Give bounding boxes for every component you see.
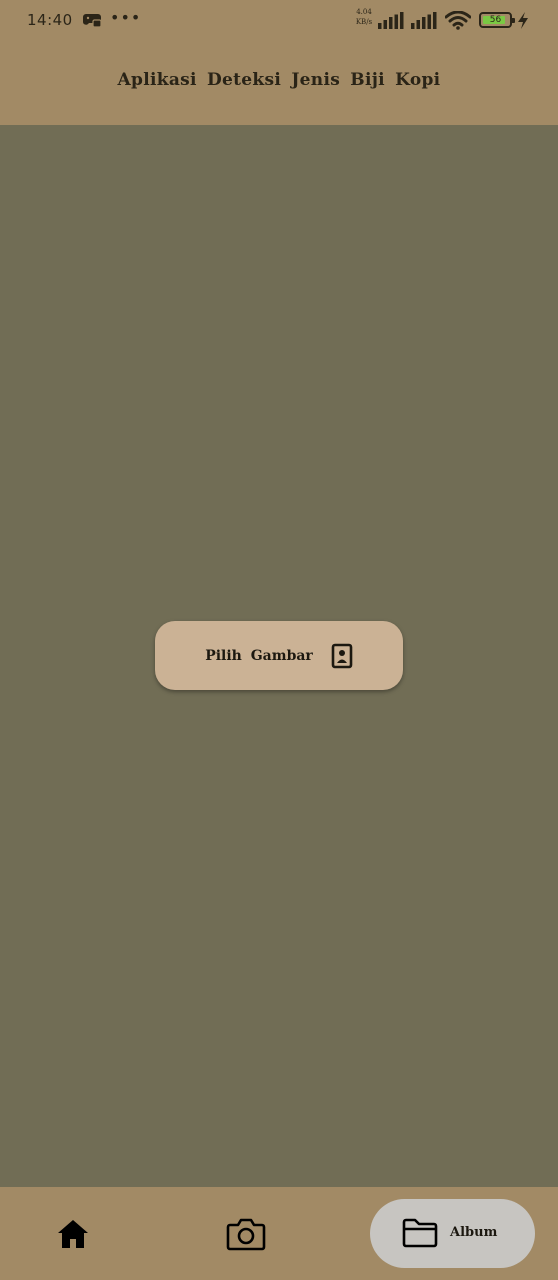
network-speed: 4.04 KB/s <box>352 7 376 27</box>
battery-tip <box>512 18 515 23</box>
signal-icon <box>411 12 437 29</box>
pick-image-button[interactable]: Pilih Gambar <box>155 621 403 690</box>
network-speed-unit: KB/s <box>355 18 373 26</box>
pick-image-label: Pilih Gambar <box>205 647 313 664</box>
charging-bolt-icon <box>518 12 528 29</box>
folder-icon <box>402 1218 438 1248</box>
game-controller-icon <box>83 14 102 28</box>
signal-icon <box>378 12 404 29</box>
battery-level: 56 <box>489 15 502 25</box>
bottom-navigation: Album <box>0 1187 558 1280</box>
app-header: 14:40 ••• 4.04 KB/s 56 Aplikasi Deteksi … <box>0 0 558 125</box>
page-title: Aplikasi Deteksi Jenis Biji Kopi <box>117 70 441 90</box>
more-notifications-icon: ••• <box>110 8 142 27</box>
nav-album-label: Album <box>450 1225 498 1240</box>
status-time: 14:40 <box>27 11 73 29</box>
home-icon[interactable] <box>56 1218 90 1250</box>
network-speed-value: 4.04 <box>356 8 372 16</box>
wifi-icon <box>445 11 471 30</box>
camera-icon[interactable] <box>226 1216 266 1252</box>
portrait-image-icon <box>331 643 353 668</box>
status-bar: 14:40 ••• 4.04 KB/s 56 <box>0 0 558 40</box>
nav-album-button[interactable]: Album <box>370 1199 535 1268</box>
battery-icon: 56 <box>479 12 515 28</box>
